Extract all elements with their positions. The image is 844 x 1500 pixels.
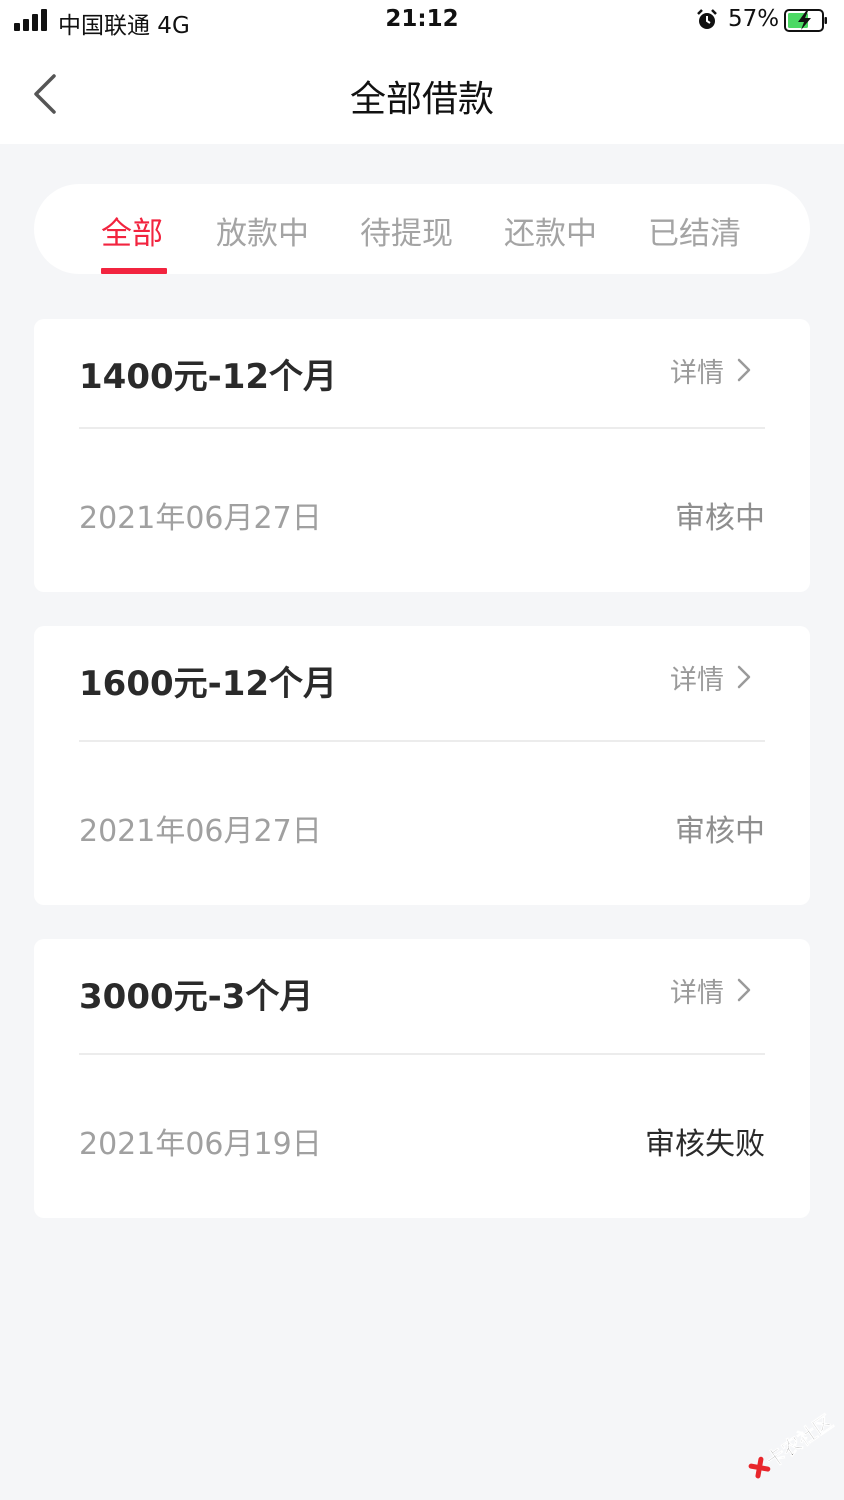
loan-date: 2021年06月27日 <box>79 501 322 536</box>
detail-label: 详情 <box>670 977 724 1009</box>
active-tab-indicator <box>101 268 167 274</box>
loan-status: 审核中 <box>675 814 765 849</box>
tab-repaying[interactable]: 还款中 <box>504 208 597 253</box>
card-divider <box>79 1053 765 1055</box>
loan-date: 2021年06月19日 <box>79 1127 322 1162</box>
alarm-icon <box>697 9 717 29</box>
chevron-right-icon <box>737 978 751 1002</box>
tab-settled[interactable]: 已结清 <box>648 208 741 253</box>
detail-label: 详情 <box>670 357 724 389</box>
nav-bar: 全部借款 <box>0 44 844 144</box>
page-title: 全部借款 <box>349 79 494 120</box>
chevron-right-icon <box>737 665 751 689</box>
loan-card[interactable]: 3000元-3个月 详情 2021年06月19日 审核失败 <box>34 939 810 1218</box>
watermark-logo: 卡农社区 <box>748 1410 838 1479</box>
detail-label: 详情 <box>670 664 724 696</box>
loan-card[interactable]: 1400元-12个月 详情 2021年06月27日 审核中 <box>34 319 810 592</box>
filter-tab-bar: 全部 放款中 待提现 还款中 已结清 <box>34 184 810 274</box>
detail-link[interactable]: 详情 <box>670 660 756 696</box>
battery-charging-icon <box>784 9 827 32</box>
loan-title: 1400元-12个月 <box>79 357 338 397</box>
loan-status: 审核失败 <box>645 1127 765 1162</box>
detail-link[interactable]: 详情 <box>670 973 756 1009</box>
loan-title: 3000元-3个月 <box>79 977 314 1017</box>
detail-link[interactable]: 详情 <box>670 353 756 389</box>
tab-all[interactable]: 全部 <box>101 208 163 253</box>
loan-card[interactable]: 1600元-12个月 详情 2021年06月27日 审核中 <box>34 626 810 905</box>
tab-pending-withdrawal[interactable]: 待提现 <box>360 208 453 253</box>
chevron-right-icon <box>737 358 751 382</box>
loan-status: 审核中 <box>675 501 765 536</box>
card-divider <box>79 427 765 429</box>
watermark-text: 卡农社区 <box>762 1410 837 1472</box>
loan-date: 2021年06月27日 <box>79 814 322 849</box>
battery-percent: 57% <box>728 6 780 32</box>
tab-disbursing[interactable]: 放款中 <box>216 208 309 253</box>
card-divider <box>79 740 765 742</box>
status-bar: 中国联通 4G 21:12 57% <box>0 0 844 44</box>
loan-title: 1600元-12个月 <box>79 664 338 704</box>
